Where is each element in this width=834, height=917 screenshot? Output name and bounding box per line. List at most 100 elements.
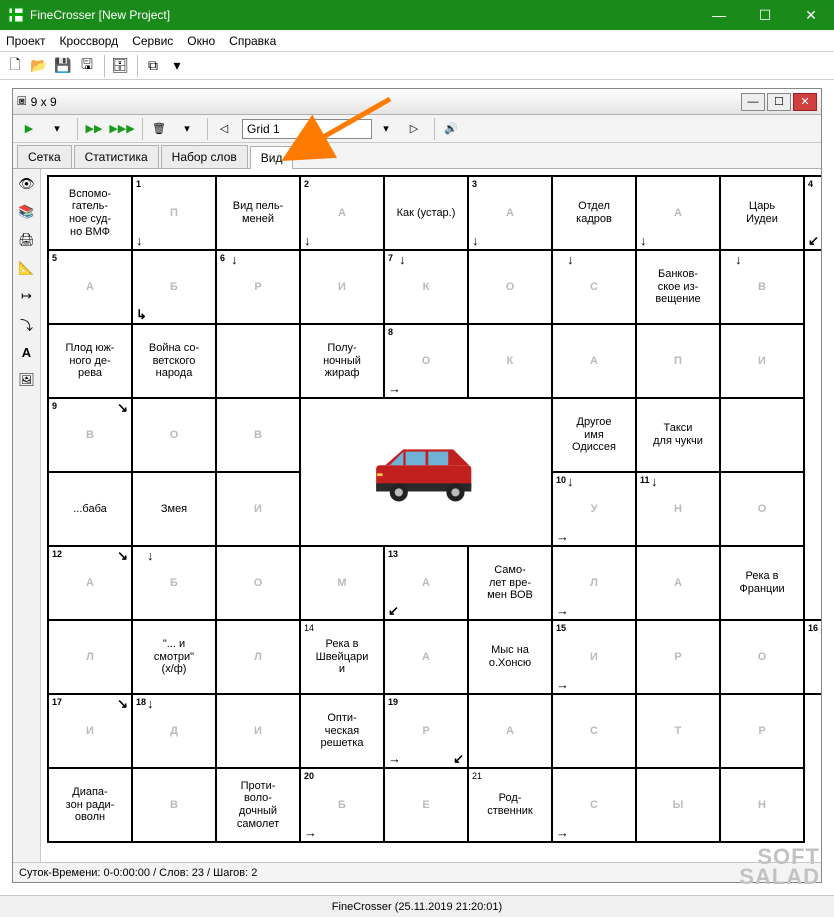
- grid-cell[interactable]: И: [300, 250, 384, 324]
- grid-cell[interactable]: Диапа- зон ради- оволн: [48, 768, 132, 842]
- grid-cell[interactable]: 19→↙Р: [384, 694, 468, 768]
- grid-cell[interactable]: К: [468, 324, 552, 398]
- tab-stats[interactable]: Статистика: [74, 145, 159, 168]
- grid-cell[interactable]: →Л: [552, 546, 636, 620]
- minimize-button[interactable]: —: [696, 0, 742, 30]
- grid-cell[interactable]: Вспомо- гатель- ное суд- но ВМФ: [48, 176, 132, 250]
- grid-cell[interactable]: Полу- ночный жираф: [300, 324, 384, 398]
- grid-cell[interactable]: ↓В: [720, 250, 804, 324]
- grid-cell[interactable]: Л: [216, 620, 300, 694]
- grid-cell[interactable]: [216, 324, 300, 398]
- grid-cell[interactable]: 1↓П: [132, 176, 216, 250]
- grid-cell[interactable]: О: [216, 546, 300, 620]
- grid-cell[interactable]: Война со- ветского народа: [132, 324, 216, 398]
- grid-cell[interactable]: ↳Б: [132, 250, 216, 324]
- grid-cell[interactable]: В: [216, 398, 300, 472]
- grid-cell[interactable]: 13↙А: [384, 546, 468, 620]
- open-icon[interactable]: 📂: [28, 55, 50, 77]
- grid-cell[interactable]: 14Река в Швейцари и: [300, 620, 384, 694]
- arrow-right-icon[interactable]: ↦: [16, 285, 38, 307]
- prev-icon[interactable]: ◁: [212, 118, 236, 140]
- menu-window[interactable]: Окно: [187, 34, 215, 48]
- ruler-icon[interactable]: 📐: [16, 257, 38, 279]
- crossword-grid-area[interactable]: Вспомо- гатель- ное суд- но ВМФ1↓ПВид пе…: [41, 169, 821, 862]
- grid-cell[interactable]: В: [132, 768, 216, 842]
- grid-cell[interactable]: А: [384, 620, 468, 694]
- grid-cell[interactable]: Т: [636, 694, 720, 768]
- grid-cell[interactable]: 18↓Д: [132, 694, 216, 768]
- grid-cell[interactable]: 17↘И: [48, 694, 132, 768]
- grid-cell[interactable]: С: [552, 694, 636, 768]
- grid-cell[interactable]: Опти- ческая решетка: [300, 694, 384, 768]
- grid-cell[interactable]: 21Род- ственник: [468, 768, 552, 842]
- grid-cell[interactable]: ...баба: [48, 472, 132, 546]
- grid-cell[interactable]: Плод юж- ного де- рева: [48, 324, 132, 398]
- grid-cell[interactable]: Само- лет вре- мен ВОВ: [468, 546, 552, 620]
- menu-crossword[interactable]: Кроссворд: [60, 34, 119, 48]
- play-dropdown-icon[interactable]: ▾: [45, 118, 69, 140]
- grid-cell[interactable]: Р: [636, 620, 720, 694]
- grid-cell[interactable]: 7↓К: [384, 250, 468, 324]
- grid-cell[interactable]: 15→И: [552, 620, 636, 694]
- grid-cell[interactable]: А: [552, 324, 636, 398]
- grid-cell[interactable]: Банков- ское из- вещение: [636, 250, 720, 324]
- grid-cell[interactable]: 5А: [48, 250, 132, 324]
- child-minimize-button[interactable]: —: [741, 93, 765, 111]
- step-fast-icon[interactable]: ▶▶▶: [110, 118, 134, 140]
- grid-cell[interactable]: О: [132, 398, 216, 472]
- grid-cell[interactable]: 9↘В: [48, 398, 132, 472]
- tile-icon[interactable]: ▾: [166, 55, 188, 77]
- grid-cell[interactable]: 11↓Н: [636, 472, 720, 546]
- arrow-down-icon[interactable]: ⤵: [16, 313, 38, 335]
- grid-select[interactable]: Grid 1: [242, 119, 372, 139]
- grid-cell[interactable]: 16↓: [804, 620, 821, 694]
- grid-cell[interactable]: Н: [720, 768, 804, 842]
- grid-cell[interactable]: 12↘А: [48, 546, 132, 620]
- grid-cell[interactable]: [720, 398, 804, 472]
- book-icon[interactable]: 📚: [16, 201, 38, 223]
- menu-project[interactable]: Проект: [6, 34, 46, 48]
- cascade-icon[interactable]: ⧉: [142, 55, 164, 77]
- next-icon[interactable]: ▷: [402, 118, 426, 140]
- grid-cell[interactable]: Такси для чукчи: [636, 398, 720, 472]
- grid-cell[interactable]: "... и смотри" (х/ф): [132, 620, 216, 694]
- grid-cell[interactable]: О: [468, 250, 552, 324]
- grid-cell[interactable]: Другое имя Одиссея: [552, 398, 636, 472]
- tab-grid[interactable]: Сетка: [17, 145, 72, 168]
- crossword-grid[interactable]: Вспомо- гатель- ное суд- но ВМФ1↓ПВид пе…: [47, 175, 821, 843]
- font-icon[interactable]: A: [16, 341, 38, 363]
- play-icon[interactable]: ▶: [17, 118, 41, 140]
- grid-cell[interactable]: Царь Иудеи: [720, 176, 804, 250]
- grid-cell[interactable]: Мыс на о.Хонсю: [468, 620, 552, 694]
- grid-cell[interactable]: ↓Б: [132, 546, 216, 620]
- grid-cell[interactable]: П: [636, 324, 720, 398]
- grid-cell[interactable]: Как (устар.): [384, 176, 468, 250]
- grid-cell[interactable]: 3↓А: [468, 176, 552, 250]
- grid-cell[interactable]: Река в Франции: [720, 546, 804, 620]
- close-button[interactable]: ✕: [788, 0, 834, 30]
- maximize-button[interactable]: ☐: [742, 0, 788, 30]
- tab-view[interactable]: Вид: [250, 146, 294, 169]
- grid-cell[interactable]: А: [636, 546, 720, 620]
- grid-cell[interactable]: Р: [720, 694, 804, 768]
- child-maximize-button[interactable]: ☐: [767, 93, 791, 111]
- grid-cell[interactable]: Л: [48, 620, 132, 694]
- save-icon[interactable]: 💾: [52, 55, 74, 77]
- grid-cell[interactable]: И: [216, 694, 300, 768]
- car-image-cell[interactable]: [300, 398, 552, 546]
- grid-cell[interactable]: А: [468, 694, 552, 768]
- grid-select-dropdown-icon[interactable]: ▾: [374, 118, 398, 140]
- step-icon[interactable]: ▶▶: [82, 118, 106, 140]
- settings-icon[interactable]: 🗄: [109, 55, 131, 77]
- grid-cell[interactable]: Проти- воло- дочный самолет: [216, 768, 300, 842]
- trash-icon[interactable]: 🗑: [147, 118, 171, 140]
- grid-cell[interactable]: М: [300, 546, 384, 620]
- grid-cell[interactable]: И: [216, 472, 300, 546]
- image-icon[interactable]: 🖼: [16, 369, 38, 391]
- grid-cell[interactable]: Вид пель- меней: [216, 176, 300, 250]
- grid-cell[interactable]: Змея: [132, 472, 216, 546]
- grid-cell[interactable]: 6↓Р: [216, 250, 300, 324]
- grid-cell[interactable]: О: [720, 620, 804, 694]
- print-icon[interactable]: 🖨: [16, 229, 38, 251]
- menu-help[interactable]: Справка: [229, 34, 276, 48]
